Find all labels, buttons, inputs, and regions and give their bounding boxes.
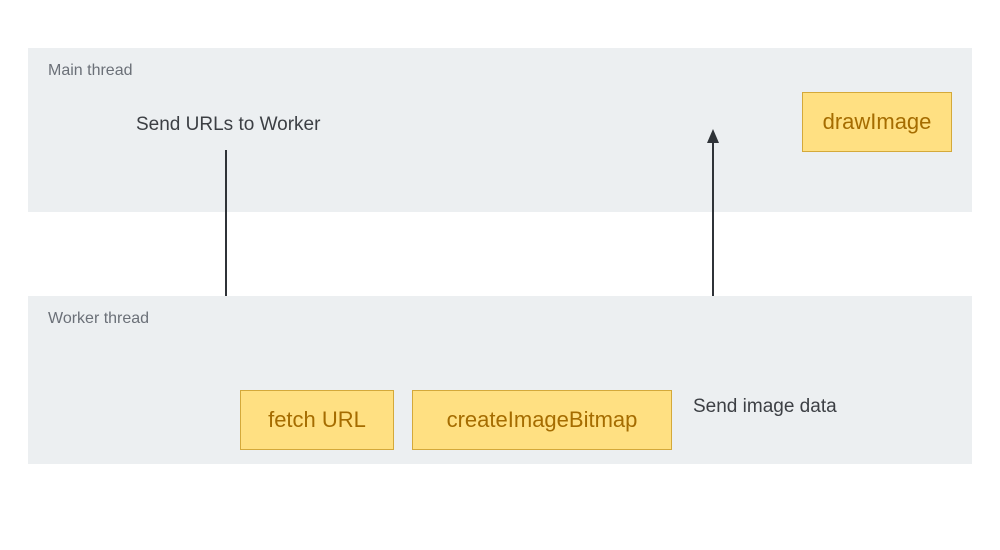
- worker-thread-band: Worker thread fetch URL createImageBitma…: [28, 296, 972, 464]
- worker-thread-label: Worker thread: [48, 310, 952, 328]
- fetch-url-text: fetch URL: [268, 407, 366, 433]
- draw-image-text: drawImage: [823, 109, 932, 135]
- send-urls-label: Send URLs to Worker: [136, 114, 320, 136]
- main-thread-label: Main thread: [48, 62, 952, 80]
- create-bitmap-text: createImageBitmap: [447, 407, 638, 433]
- create-image-bitmap-box: createImageBitmap: [412, 390, 672, 450]
- fetch-url-box: fetch URL: [240, 390, 394, 450]
- draw-image-box: drawImage: [802, 92, 952, 152]
- send-image-data-label: Send image data: [693, 396, 837, 418]
